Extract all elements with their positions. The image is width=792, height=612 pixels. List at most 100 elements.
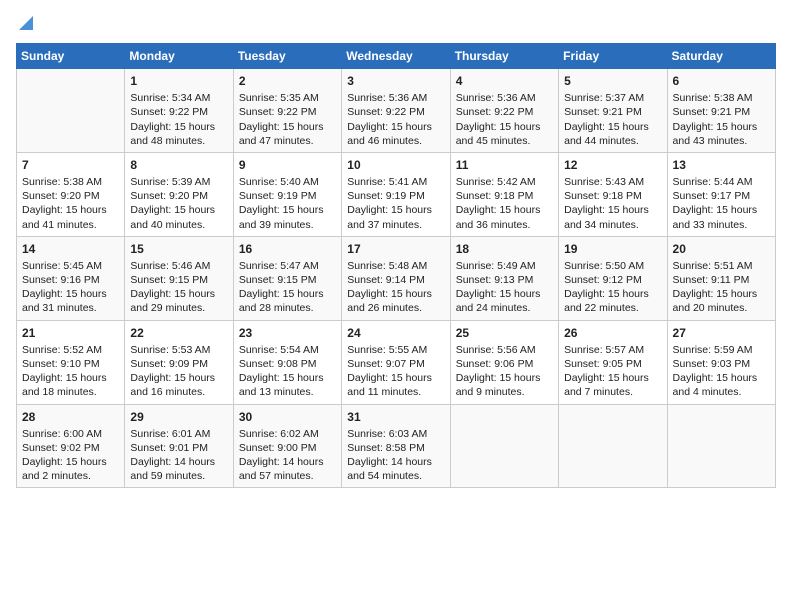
day-number: 17 <box>347 241 444 257</box>
calendar-cell: 30 Sunrise: 6:02 AMSunset: 9:00 PMDayligh… <box>233 404 341 488</box>
cell-content: Sunrise: 5:59 AMSunset: 9:03 PMDaylight:… <box>673 343 770 400</box>
day-number: 16 <box>239 241 336 257</box>
cell-content: Sunrise: 5:40 AMSunset: 9:19 PMDaylight:… <box>239 175 336 232</box>
calendar-cell: 27 Sunrise: 5:59 AMSunset: 9:03 PMDayligh… <box>667 320 775 404</box>
calendar-cell: 1 Sunrise: 5:34 AMSunset: 9:22 PMDaylight… <box>125 69 233 153</box>
calendar-cell: 24Sunrise: 5:55 AMSunset: 9:07 PMDayligh… <box>342 320 450 404</box>
calendar-cell: 9Sunrise: 5:40 AMSunset: 9:19 PMDaylight… <box>233 152 341 236</box>
calendar-cell: 20Sunrise: 5:51 AMSunset: 9:11 PMDayligh… <box>667 236 775 320</box>
calendar-week-4: 21 Sunrise: 5:52 AMSunset: 9:10 PMDayligh… <box>17 320 776 404</box>
day-number: 2 <box>239 73 336 89</box>
cell-content: Sunrise: 5:56 AMSunset: 9:06 PMDaylight:… <box>456 343 553 400</box>
calendar-cell: 18 Sunrise: 5:49 AMSunset: 9:13 PMDayligh… <box>450 236 558 320</box>
cell-content: Sunrise: 5:54 AMSunset: 9:08 PMDaylight:… <box>239 343 336 400</box>
cell-content: Sunrise: 5:43 AMSunset: 9:18 PMDaylight:… <box>564 175 661 232</box>
day-number: 7 <box>22 157 119 173</box>
day-number: 12 <box>564 157 661 173</box>
calendar-cell: 23 Sunrise: 5:54 AMSunset: 9:08 PMDayligh… <box>233 320 341 404</box>
calendar-cell <box>667 404 775 488</box>
cell-content: Sunrise: 5:57 AMSunset: 9:05 PMDaylight:… <box>564 343 661 400</box>
header-cell-wednesday: Wednesday <box>342 44 450 69</box>
day-number: 18 <box>456 241 553 257</box>
day-number: 19 <box>564 241 661 257</box>
cell-content: Sunrise: 5:48 AMSunset: 9:14 PMDaylight:… <box>347 259 444 316</box>
day-number: 22 <box>130 325 227 341</box>
day-number: 26 <box>564 325 661 341</box>
calendar-cell: 8Sunrise: 5:39 AMSunset: 9:20 PMDaylight… <box>125 152 233 236</box>
cell-content: Sunrise: 5:46 AMSunset: 9:15 PMDaylight:… <box>130 259 227 316</box>
calendar-cell: 3 Sunrise: 5:36 AMSunset: 9:22 PMDaylight… <box>342 69 450 153</box>
calendar-cell <box>559 404 667 488</box>
header-cell-tuesday: Tuesday <box>233 44 341 69</box>
cell-content: Sunrise: 5:44 AMSunset: 9:17 PMDaylight:… <box>673 175 770 232</box>
calendar-cell: 29 Sunrise: 6:01 AMSunset: 9:01 PMDayligh… <box>125 404 233 488</box>
day-number: 15 <box>130 241 227 257</box>
cell-content: Sunrise: 6:00 AMSunset: 9:02 PMDaylight:… <box>22 427 119 484</box>
day-number: 27 <box>673 325 770 341</box>
calendar-cell: 28 Sunrise: 6:00 AMSunset: 9:02 PMDayligh… <box>17 404 125 488</box>
calendar-cell <box>450 404 558 488</box>
day-number: 25 <box>456 325 553 341</box>
cell-content: Sunrise: 5:41 AMSunset: 9:19 PMDaylight:… <box>347 175 444 232</box>
calendar-header-row: SundayMondayTuesdayWednesdayThursdayFrid… <box>17 44 776 69</box>
day-number: 8 <box>130 157 227 173</box>
day-number: 21 <box>22 325 119 341</box>
page: SundayMondayTuesdayWednesdayThursdayFrid… <box>0 0 792 498</box>
logo-triangle-icon <box>19 12 33 35</box>
day-number: 3 <box>347 73 444 89</box>
calendar-week-2: 7 Sunrise: 5:38 AMSunset: 9:20 PMDaylight… <box>17 152 776 236</box>
calendar-table: SundayMondayTuesdayWednesdayThursdayFrid… <box>16 43 776 488</box>
cell-content: Sunrise: 5:52 AMSunset: 9:10 PMDaylight:… <box>22 343 119 400</box>
calendar-cell: 25 Sunrise: 5:56 AMSunset: 9:06 PMDayligh… <box>450 320 558 404</box>
cell-content: Sunrise: 6:03 AMSunset: 8:58 PMDaylight:… <box>347 427 444 484</box>
logo <box>16 12 33 35</box>
cell-content: Sunrise: 5:36 AMSunset: 9:22 PMDaylight:… <box>347 91 444 148</box>
cell-content: Sunrise: 5:36 AMSunset: 9:22 PMDaylight:… <box>456 91 553 148</box>
cell-content: Sunrise: 5:35 AMSunset: 9:22 PMDaylight:… <box>239 91 336 148</box>
cell-content: Sunrise: 5:38 AMSunset: 9:21 PMDaylight:… <box>673 91 770 148</box>
cell-content: Sunrise: 5:51 AMSunset: 9:11 PMDaylight:… <box>673 259 770 316</box>
cell-content: Sunrise: 5:34 AMSunset: 9:22 PMDaylight:… <box>130 91 227 148</box>
calendar-cell: 31Sunrise: 6:03 AMSunset: 8:58 PMDayligh… <box>342 404 450 488</box>
cell-content: Sunrise: 5:49 AMSunset: 9:13 PMDaylight:… <box>456 259 553 316</box>
calendar-cell: 13 Sunrise: 5:44 AMSunset: 9:17 PMDayligh… <box>667 152 775 236</box>
cell-content: Sunrise: 5:42 AMSunset: 9:18 PMDaylight:… <box>456 175 553 232</box>
calendar-cell: 19 Sunrise: 5:50 AMSunset: 9:12 PMDayligh… <box>559 236 667 320</box>
cell-content: Sunrise: 5:53 AMSunset: 9:09 PMDaylight:… <box>130 343 227 400</box>
header-cell-friday: Friday <box>559 44 667 69</box>
day-number: 5 <box>564 73 661 89</box>
day-number: 23 <box>239 325 336 341</box>
calendar-cell: 15 Sunrise: 5:46 AMSunset: 9:15 PMDayligh… <box>125 236 233 320</box>
day-number: 13 <box>673 157 770 173</box>
day-number: 1 <box>130 73 227 89</box>
cell-content: Sunrise: 5:55 AMSunset: 9:07 PMDaylight:… <box>347 343 444 400</box>
calendar-cell: 26 Sunrise: 5:57 AMSunset: 9:05 PMDayligh… <box>559 320 667 404</box>
header-cell-saturday: Saturday <box>667 44 775 69</box>
header-cell-thursday: Thursday <box>450 44 558 69</box>
cell-content: Sunrise: 5:37 AMSunset: 9:21 PMDaylight:… <box>564 91 661 148</box>
calendar-week-1: 1 Sunrise: 5:34 AMSunset: 9:22 PMDaylight… <box>17 69 776 153</box>
calendar-cell: 6Sunrise: 5:38 AMSunset: 9:21 PMDaylight… <box>667 69 775 153</box>
calendar-cell: 14Sunrise: 5:45 AMSunset: 9:16 PMDayligh… <box>17 236 125 320</box>
day-number: 29 <box>130 409 227 425</box>
calendar-week-5: 28 Sunrise: 6:00 AMSunset: 9:02 PMDayligh… <box>17 404 776 488</box>
cell-content: Sunrise: 6:02 AMSunset: 9:00 PMDaylight:… <box>239 427 336 484</box>
calendar-cell: 4 Sunrise: 5:36 AMSunset: 9:22 PMDaylight… <box>450 69 558 153</box>
day-number: 30 <box>239 409 336 425</box>
calendar-cell: 12 Sunrise: 5:43 AMSunset: 9:18 PMDayligh… <box>559 152 667 236</box>
calendar-week-3: 14Sunrise: 5:45 AMSunset: 9:16 PMDayligh… <box>17 236 776 320</box>
calendar-cell: 2 Sunrise: 5:35 AMSunset: 9:22 PMDaylight… <box>233 69 341 153</box>
calendar-cell <box>17 69 125 153</box>
cell-content: Sunrise: 5:50 AMSunset: 9:12 PMDaylight:… <box>564 259 661 316</box>
calendar-cell: 21 Sunrise: 5:52 AMSunset: 9:10 PMDayligh… <box>17 320 125 404</box>
day-number: 10 <box>347 157 444 173</box>
calendar-cell: 5 Sunrise: 5:37 AMSunset: 9:21 PMDaylight… <box>559 69 667 153</box>
cell-content: Sunrise: 5:45 AMSunset: 9:16 PMDaylight:… <box>22 259 119 316</box>
header-cell-monday: Monday <box>125 44 233 69</box>
calendar-cell: 17 Sunrise: 5:48 AMSunset: 9:14 PMDayligh… <box>342 236 450 320</box>
day-number: 28 <box>22 409 119 425</box>
cell-content: Sunrise: 6:01 AMSunset: 9:01 PMDaylight:… <box>130 427 227 484</box>
calendar-cell: 11Sunrise: 5:42 AMSunset: 9:18 PMDayligh… <box>450 152 558 236</box>
cell-content: Sunrise: 5:38 AMSunset: 9:20 PMDaylight:… <box>22 175 119 232</box>
day-number: 4 <box>456 73 553 89</box>
